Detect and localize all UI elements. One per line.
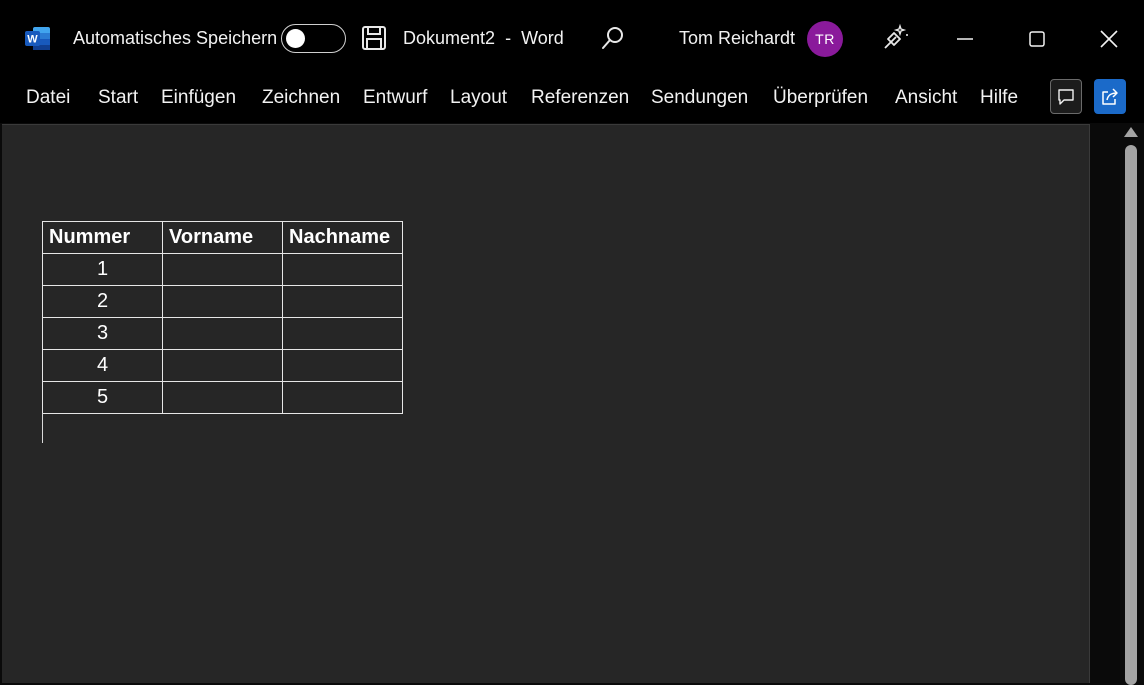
table-cell[interactable]: 4 — [42, 349, 163, 382]
tab-einfuegen[interactable]: Einfügen — [161, 87, 236, 109]
table-cell[interactable] — [162, 349, 283, 382]
document-title[interactable]: Dokument2- Word — [403, 28, 564, 49]
title-separator: - — [505, 28, 512, 48]
table-header-cell[interactable]: Nachname — [282, 221, 403, 254]
table-cell[interactable] — [282, 317, 403, 350]
table-row: 1 — [42, 253, 403, 286]
tab-ansicht[interactable]: Ansicht — [895, 87, 957, 109]
tab-entwurf[interactable]: Entwurf — [363, 87, 427, 109]
table-cell[interactable]: 2 — [42, 285, 163, 318]
tab-zeichnen[interactable]: Zeichnen — [262, 87, 340, 109]
tab-sendungen[interactable]: Sendungen — [651, 87, 748, 109]
table-cell[interactable]: 3 — [42, 317, 163, 350]
maximize-icon — [1029, 31, 1045, 47]
autosave-label: Automatisches Speichern — [73, 28, 278, 48]
table-cell[interactable] — [162, 285, 283, 318]
table-cell[interactable]: 5 — [42, 381, 163, 414]
table-header-row: Nummer Vorname Nachname — [42, 221, 403, 254]
search-icon[interactable] — [600, 25, 626, 51]
share-icon — [1102, 87, 1118, 105]
maximize-button[interactable] — [1020, 22, 1054, 56]
minimize-icon — [957, 38, 973, 40]
table-cell[interactable] — [282, 253, 403, 286]
document-table[interactable]: Nummer Vorname Nachname 1 2 3 4 5 — [42, 221, 403, 414]
tab-datei[interactable]: Datei — [26, 87, 70, 109]
scroll-up-arrow-icon[interactable] — [1124, 127, 1138, 137]
autosave-toggle[interactable] — [281, 24, 346, 53]
table-cell[interactable] — [282, 349, 403, 382]
app-name: Word — [521, 28, 564, 48]
table-cell[interactable] — [282, 285, 403, 318]
save-icon[interactable] — [361, 25, 387, 51]
scrollbar-thumb[interactable] — [1125, 145, 1137, 685]
table-header-cell[interactable]: Nummer — [42, 221, 163, 254]
tab-hilfe[interactable]: Hilfe — [980, 87, 1018, 109]
close-button[interactable] — [1092, 22, 1126, 56]
designer-wand-icon[interactable] — [882, 23, 910, 51]
title-bar: W Automatisches Speichern Dokument2- Word… — [0, 0, 1144, 78]
svg-text:W: W — [27, 34, 38, 46]
table-header-cell[interactable]: Vorname — [162, 221, 283, 254]
table-cell[interactable] — [162, 317, 283, 350]
comments-button[interactable] — [1050, 79, 1082, 114]
tab-ueberpruefen[interactable]: Überprüfen — [773, 87, 868, 109]
ribbon-tabs: Datei Start Einfügen Zeichnen Entwurf La… — [0, 78, 1144, 123]
table-cell[interactable] — [162, 253, 283, 286]
table-row: 3 — [42, 317, 403, 350]
text-cursor — [42, 413, 43, 443]
comment-icon — [1058, 88, 1074, 105]
table-row: 4 — [42, 349, 403, 382]
close-icon — [1100, 30, 1118, 48]
tab-layout[interactable]: Layout — [450, 87, 507, 109]
share-button[interactable] — [1094, 79, 1126, 114]
tab-start[interactable]: Start — [98, 87, 138, 109]
table-row: 5 — [42, 381, 403, 414]
table-cell[interactable] — [282, 381, 403, 414]
user-name[interactable]: Tom Reichardt — [679, 28, 795, 49]
minimize-button[interactable] — [948, 22, 982, 56]
tab-referenzen[interactable]: Referenzen — [531, 87, 629, 109]
table-row: 2 — [42, 285, 403, 318]
toggle-knob — [286, 29, 305, 48]
avatar[interactable]: TR — [807, 21, 843, 57]
table-cell[interactable]: 1 — [42, 253, 163, 286]
document-name: Dokument2 — [403, 28, 496, 48]
table-cell[interactable] — [162, 381, 283, 414]
word-app-icon[interactable]: W — [25, 26, 51, 51]
